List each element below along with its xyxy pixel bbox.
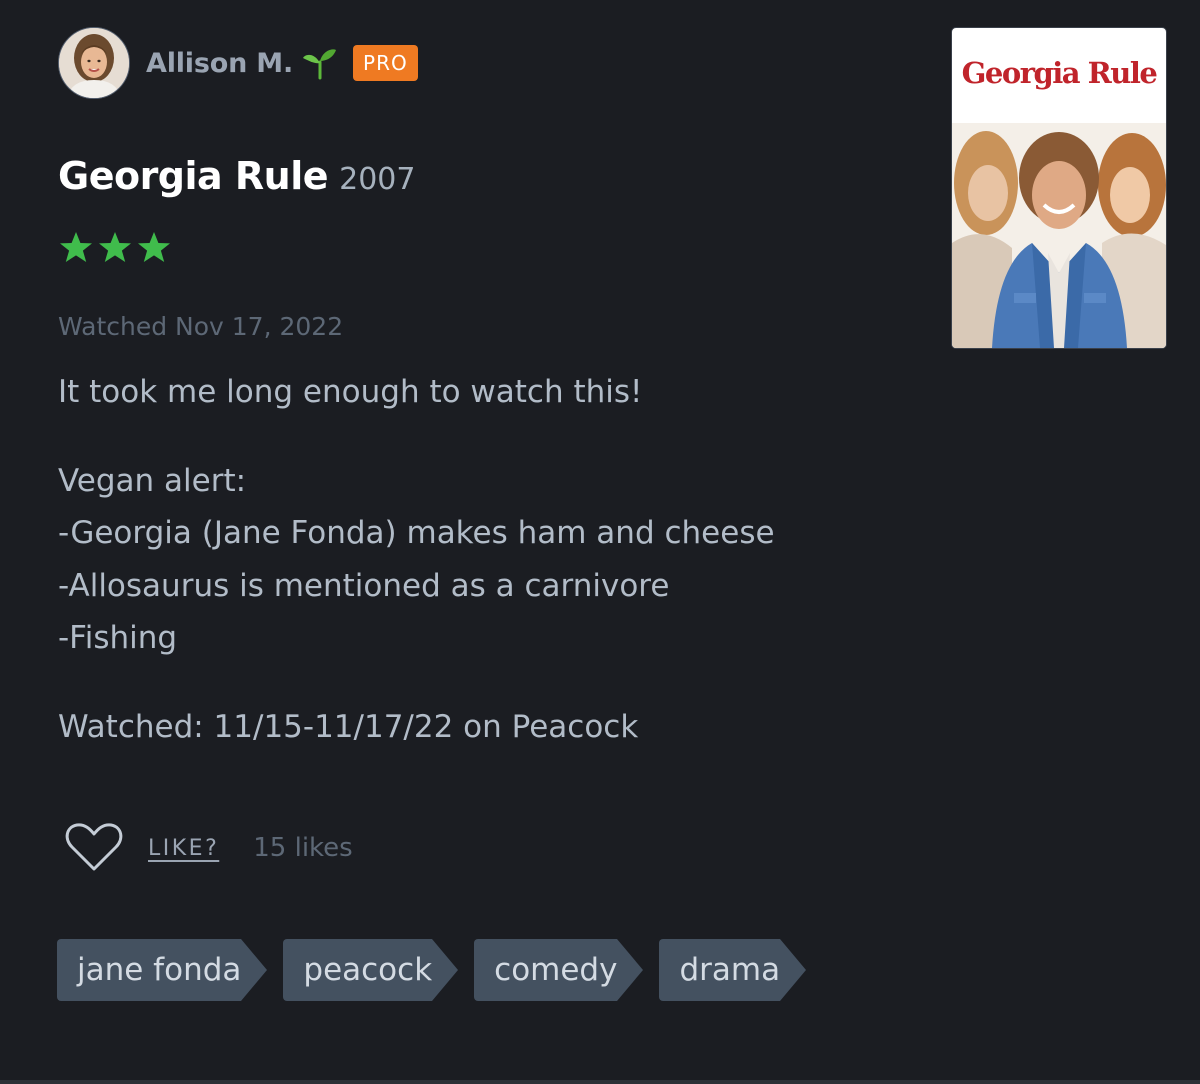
film-poster[interactable]: Georgia Rule xyxy=(951,27,1167,349)
poster-art xyxy=(952,123,1166,348)
review-paragraph: Vegan alert: -Georgia (Jane Fonda) makes… xyxy=(58,462,775,657)
avatar[interactable] xyxy=(58,27,130,99)
tag[interactable]: drama xyxy=(659,939,806,1001)
tag[interactable]: peacock xyxy=(283,939,458,1001)
film-title[interactable]: Georgia Rule xyxy=(58,154,329,198)
pro-badge: PRO xyxy=(353,45,418,81)
heart-icon[interactable] xyxy=(64,822,124,874)
reviewer-name[interactable]: Allison M. xyxy=(146,48,293,79)
tag-list: jane fonda peacock comedy drama xyxy=(57,939,822,1001)
review-page: Allison M. PRO Georgia Rule 2007 Watched… xyxy=(0,0,1200,1084)
tag[interactable]: comedy xyxy=(474,939,644,1001)
star-rating xyxy=(58,230,172,266)
user-avatar-icon xyxy=(59,28,129,98)
watched-date[interactable]: Watched Nov 17, 2022 xyxy=(58,312,343,341)
film-year[interactable]: 2007 xyxy=(339,162,415,197)
star-icon xyxy=(60,232,92,262)
star-icon xyxy=(99,232,131,262)
star-icon xyxy=(138,232,170,262)
like-count[interactable]: 15 likes xyxy=(253,833,352,863)
like-link[interactable]: LIKE? xyxy=(148,836,219,861)
film-heading: Georgia Rule 2007 xyxy=(58,154,415,198)
sprout-icon xyxy=(303,49,337,80)
tag[interactable]: jane fonda xyxy=(57,939,268,1001)
like-row: LIKE? 15 likes xyxy=(64,822,353,874)
divider xyxy=(0,1080,1200,1084)
review-body: It took me long enough to watch this! Ve… xyxy=(58,366,918,789)
review-paragraph: Watched: 11/15-11/17/22 on Peacock xyxy=(58,708,639,745)
reviewer-header: Allison M. PRO xyxy=(58,27,418,99)
poster-title: Georgia Rule xyxy=(961,56,1158,90)
review-paragraph: It took me long enough to watch this! xyxy=(58,374,643,410)
